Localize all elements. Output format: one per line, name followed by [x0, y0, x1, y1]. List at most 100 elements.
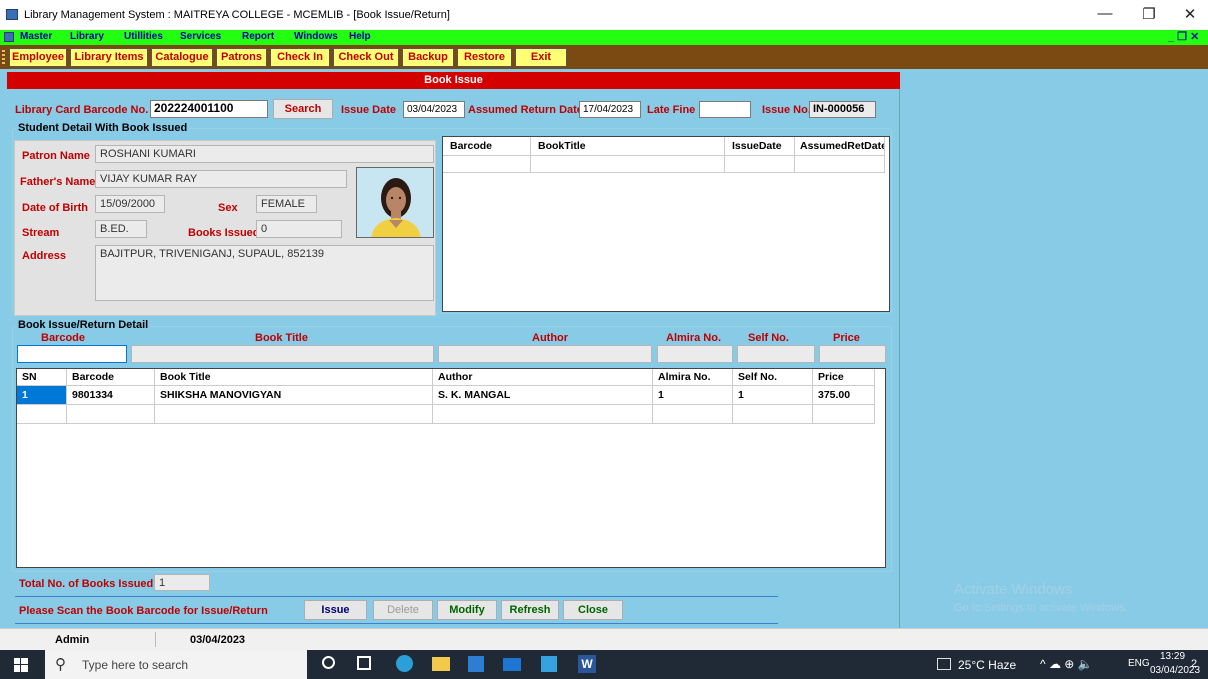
entry-book-title-label: Book Title: [255, 332, 308, 344]
address-field: BAJITPUR, TRIVENIGANJ, SUPAUL, 852139: [95, 245, 434, 301]
issue-return-section-title: Book Issue/Return Detail: [16, 319, 151, 331]
student-photo: [356, 167, 434, 238]
maximize-button[interactable]: ❐: [1134, 5, 1164, 23]
books-col-price[interactable]: Price: [813, 369, 875, 386]
book-issue-grid[interactable]: SN Barcode Book Title Author Almira No. …: [16, 368, 886, 568]
books-new-row-cell[interactable]: [17, 405, 67, 424]
refresh-button[interactable]: Refresh: [501, 600, 559, 620]
entry-barcode-input[interactable]: [17, 345, 127, 363]
issued-col-assumedretdate[interactable]: AssumedRetDate: [795, 137, 885, 155]
entry-price-field: [819, 345, 886, 363]
sex-label: Sex: [218, 202, 238, 214]
issued-empty-cell[interactable]: [795, 155, 885, 173]
late-fine-input[interactable]: [699, 101, 751, 118]
system-tray-icons[interactable]: ^ ☁ ⊕ 🔈: [1040, 657, 1093, 671]
books-new-row-cell[interactable]: [433, 405, 653, 424]
issue-button[interactable]: Issue: [304, 600, 367, 620]
books-new-row-cell[interactable]: [813, 405, 875, 424]
entry-author-field: [438, 345, 652, 363]
toolbar-catalogue-button[interactable]: Catalogue: [151, 48, 213, 67]
news-widget-icon[interactable]: [937, 658, 951, 670]
books-col-book-title[interactable]: Book Title: [155, 369, 433, 386]
card-barcode-input[interactable]: 202224001100: [150, 100, 268, 118]
toolbar-employee-button[interactable]: Employee: [9, 48, 67, 67]
books-row-1-title[interactable]: SHIKSHA MANOVIGYAN: [155, 386, 433, 405]
issued-empty-cell[interactable]: [725, 155, 795, 173]
toolbar-check-in-button[interactable]: Check In: [270, 48, 330, 67]
mail-icon[interactable]: [503, 658, 521, 671]
books-row-1-sn[interactable]: 1: [17, 386, 67, 405]
taskbar-search-box[interactable]: ⚲ Type here to search: [45, 650, 307, 679]
books-col-author[interactable]: Author: [433, 369, 653, 386]
word-icon[interactable]: W: [578, 655, 596, 673]
status-bar: Admin 03/04/2023: [0, 628, 1208, 650]
toolbar-check-out-button[interactable]: Check Out: [333, 48, 399, 67]
notification-icon[interactable]: 2: [1191, 658, 1197, 670]
books-row-1-self[interactable]: 1: [733, 386, 813, 405]
books-col-barcode[interactable]: Barcode: [67, 369, 155, 386]
books-row-1-barcode[interactable]: 9801334: [67, 386, 155, 405]
student-section-title: Student Detail With Book Issued: [16, 122, 190, 134]
close-form-button[interactable]: Close: [563, 600, 623, 620]
toolbar-library-items-button[interactable]: Library Items: [70, 48, 148, 67]
books-row-1-price[interactable]: 375.00: [813, 386, 875, 405]
issued-books-grid[interactable]: Barcode BookTitle IssueDate AssumedRetDa…: [442, 136, 890, 312]
file-explorer-icon[interactable]: [432, 657, 450, 671]
modify-button[interactable]: Modify: [437, 600, 497, 620]
menu-report[interactable]: Report: [242, 31, 274, 42]
toolbar-exit-button[interactable]: Exit: [515, 48, 567, 67]
delete-button[interactable]: Delete: [373, 600, 433, 620]
entry-book-title-field: [131, 345, 434, 363]
divider-line: [15, 623, 778, 624]
menu-services[interactable]: Services: [180, 31, 221, 42]
mdi-window-controls[interactable]: _ ❐ ✕: [1168, 30, 1199, 43]
cortana-icon[interactable]: [322, 656, 335, 669]
stream-label: Stream: [22, 227, 60, 239]
issued-col-booktitle[interactable]: BookTitle: [531, 137, 725, 155]
toolbar-grip[interactable]: [2, 50, 5, 64]
close-button[interactable]: ✕: [1175, 5, 1205, 23]
clock-time[interactable]: 13:29: [1160, 651, 1185, 662]
toolbar-patrons-button[interactable]: Patrons: [216, 48, 267, 67]
books-new-row-cell[interactable]: [155, 405, 433, 424]
menu-bar: Master Library Utillities Services Repor…: [0, 30, 1208, 45]
edge-browser-icon[interactable]: [396, 655, 413, 672]
task-view-icon[interactable]: [357, 656, 371, 670]
books-col-almira[interactable]: Almira No.: [653, 369, 733, 386]
windows-start-icon[interactable]: [14, 658, 28, 675]
minimize-button[interactable]: —: [1090, 5, 1120, 22]
books-new-row-cell[interactable]: [733, 405, 813, 424]
search-button[interactable]: Search: [273, 99, 333, 119]
books-col-self[interactable]: Self No.: [733, 369, 813, 386]
books-new-row-cell[interactable]: [653, 405, 733, 424]
toolbar-backup-button[interactable]: Backup: [402, 48, 454, 67]
mdi-child-icon: [4, 32, 14, 42]
weather-text[interactable]: 25°C Haze: [958, 658, 1016, 672]
address-label: Address: [22, 250, 67, 262]
issue-date-field[interactable]: 03/04/2023: [403, 101, 465, 118]
patron-name-field: ROSHANI KUMARI: [95, 145, 434, 163]
menu-help[interactable]: Help: [349, 31, 371, 42]
store-icon[interactable]: [468, 656, 484, 672]
divider-line: [15, 596, 778, 597]
return-date-field[interactable]: 17/04/2023: [579, 101, 641, 118]
menu-library[interactable]: Library: [70, 31, 104, 42]
books-col-sn[interactable]: SN: [17, 369, 67, 386]
books-row-1-almira[interactable]: 1: [653, 386, 733, 405]
menu-master[interactable]: Master: [20, 31, 52, 42]
app-icon-taskbar[interactable]: [541, 656, 557, 672]
menu-windows[interactable]: Windows: [294, 31, 338, 42]
language-indicator[interactable]: ENG: [1128, 658, 1150, 669]
issued-empty-cell[interactable]: [531, 155, 725, 173]
menu-utilities[interactable]: Utillities: [124, 31, 163, 42]
issued-empty-cell[interactable]: [443, 155, 531, 173]
total-books-label: Total No. of Books Issued: [19, 578, 154, 590]
issued-col-issuedate[interactable]: IssueDate: [725, 137, 795, 155]
toolbar-restore-button[interactable]: Restore: [457, 48, 512, 67]
books-new-row-cell[interactable]: [67, 405, 155, 424]
issued-col-barcode[interactable]: Barcode: [443, 137, 531, 155]
stream-field: B.ED.: [95, 220, 147, 238]
patron-name-label: Patron Name: [22, 150, 90, 162]
return-date-label: Assumed Return Date: [468, 104, 583, 116]
books-row-1-author[interactable]: S. K. MANGAL: [433, 386, 653, 405]
